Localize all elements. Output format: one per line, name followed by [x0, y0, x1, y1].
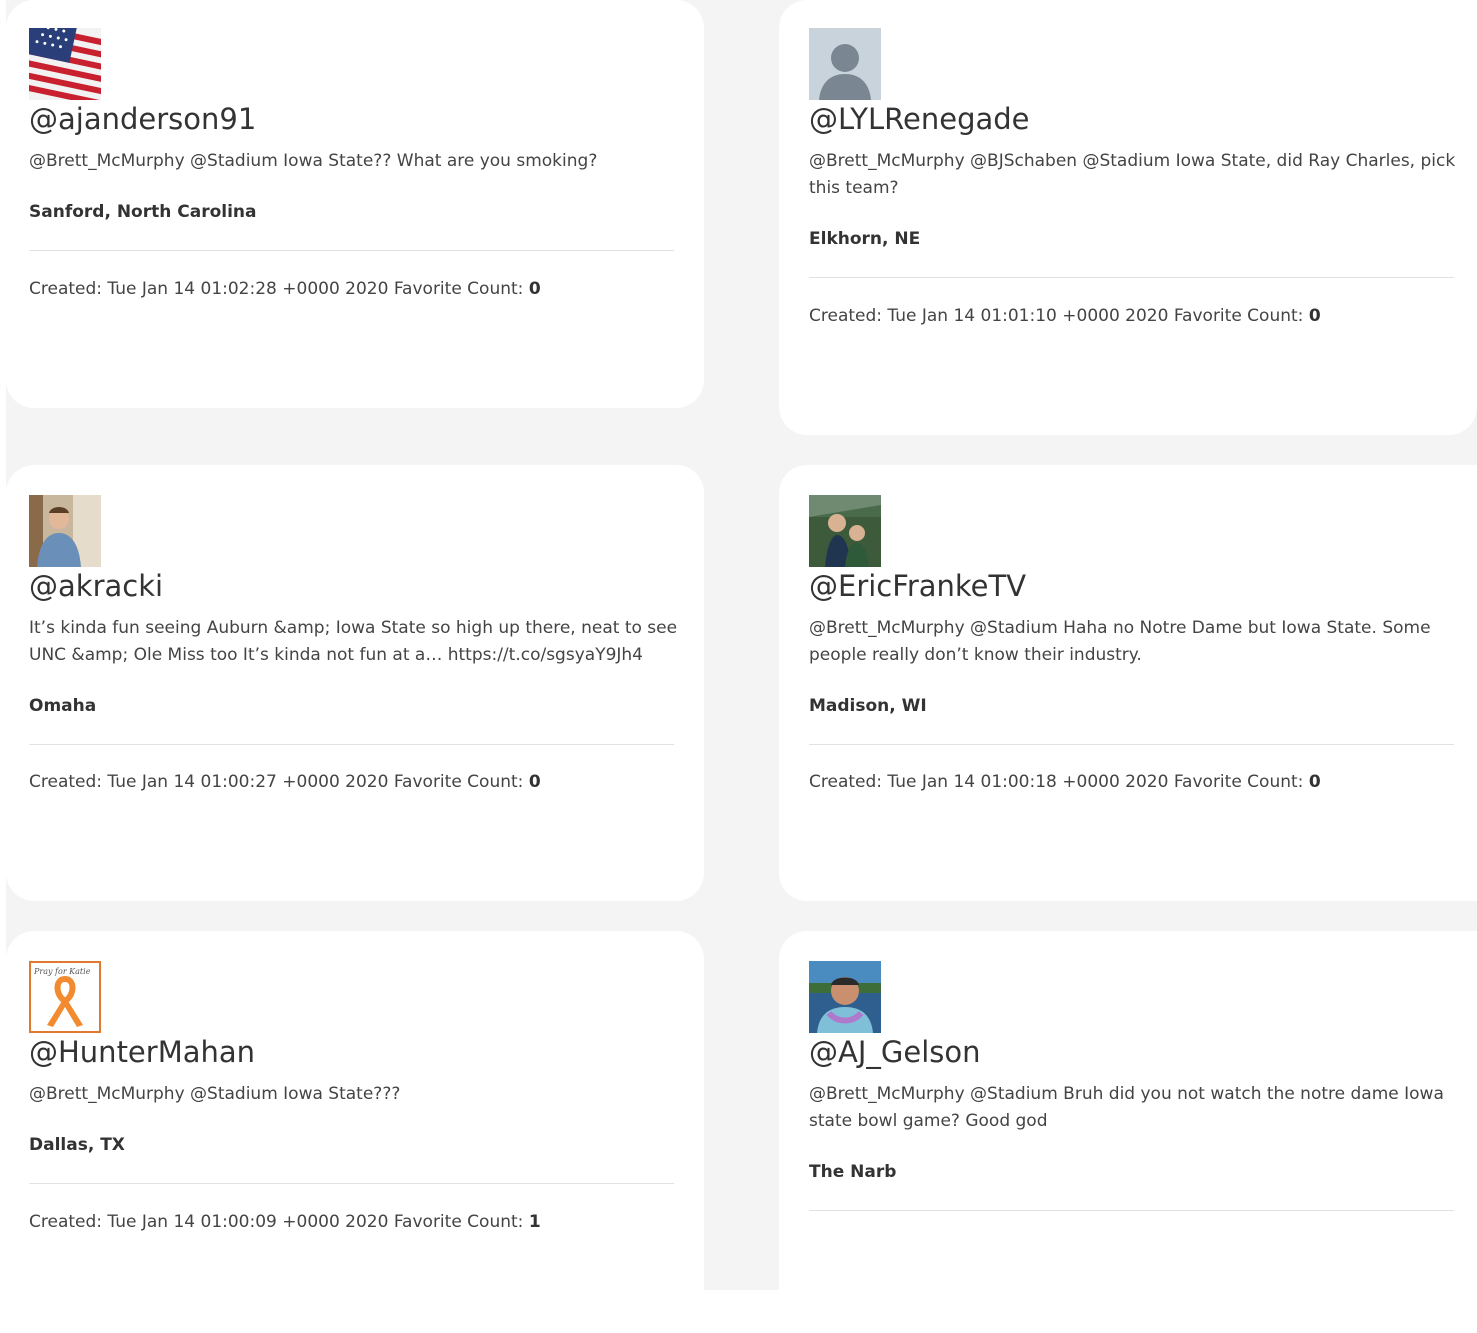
- american-flag-avatar: [29, 28, 101, 100]
- tweet-text: @Brett_McMurphy @Stadium Haha no Notre D…: [809, 618, 1431, 665]
- card-divider: [809, 1210, 1454, 1211]
- created-date: Tue Jan 14 01:00:09 +0000 2020: [107, 1212, 389, 1232]
- user-location: Dallas, TX: [29, 1135, 125, 1155]
- tweet-card: @LYLRenegade @Brett_McMurphy @BJSchaben …: [779, 0, 1477, 435]
- created-date: Tue Jan 14 01:00:27 +0000 2020: [107, 772, 389, 792]
- created-label: Created:: [809, 772, 883, 792]
- user-location: Elkhorn, NE: [809, 229, 921, 249]
- tweet-meta: Created: Tue Jan 14 01:00:18 +0000 2020 …: [809, 770, 1321, 794]
- user-location: Madison, WI: [809, 696, 927, 716]
- tweet-text: @Brett_McMurphy @Stadium Bruh did you no…: [809, 1084, 1444, 1131]
- favorite-label: Favorite Count:: [1173, 772, 1304, 792]
- user-handle[interactable]: @EricFrankeTV: [809, 568, 1026, 604]
- tweet-text: @Brett_McMurphy @BJSchaben @Stadium Iowa…: [809, 151, 1456, 198]
- stadium-photo-avatar: [809, 495, 881, 567]
- orange-ribbon-avatar: Pray for Katie: [29, 961, 101, 1033]
- card-divider: [29, 250, 674, 251]
- favorite-count: 0: [1308, 772, 1321, 792]
- created-date: Tue Jan 14 01:01:10 +0000 2020: [887, 306, 1169, 326]
- user-handle[interactable]: @ajanderson91: [29, 101, 256, 137]
- tweet-text: @Brett_McMurphy @Stadium Iowa State???: [29, 1084, 401, 1104]
- tweet-card: @AJ_Gelson @Brett_McMurphy @Stadium Bruh…: [779, 931, 1477, 1290]
- tweet-meta: Created: Tue Jan 14 01:02:28 +0000 2020 …: [29, 277, 541, 301]
- tweet-meta: Created: Tue Jan 14 01:01:10 +0000 2020 …: [809, 304, 1321, 328]
- card-divider: [29, 744, 674, 745]
- person-photo-avatar: [29, 495, 101, 567]
- card-divider: [29, 1183, 674, 1184]
- user-handle[interactable]: @LYLRenegade: [809, 101, 1030, 137]
- favorite-label: Favorite Count:: [393, 1212, 524, 1232]
- tweet-meta: Created: Tue Jan 14 01:00:09 +0000 2020 …: [29, 1210, 541, 1234]
- tweet-card: @ajanderson91 @Brett_McMurphy @Stadium I…: [6, 0, 704, 408]
- favorite-count: 0: [1308, 306, 1321, 326]
- favorite-count: 0: [528, 772, 541, 792]
- user-location: Sanford, North Carolina: [29, 202, 257, 222]
- created-label: Created:: [29, 1212, 103, 1232]
- avatar-caption: Pray for Katie: [33, 967, 91, 976]
- favorite-label: Favorite Count:: [393, 772, 524, 792]
- default-user-avatar: [809, 28, 881, 100]
- tweet-text: @Brett_McMurphy @Stadium Iowa State?? Wh…: [29, 151, 598, 171]
- user-handle[interactable]: @akracki: [29, 568, 163, 604]
- created-label: Created:: [29, 772, 103, 792]
- tweet-text: It’s kinda fun seeing Auburn &amp; Iowa …: [29, 618, 678, 665]
- favorite-count: 1: [528, 1212, 541, 1232]
- tweet-meta: Created: Tue Jan 14 01:00:27 +0000 2020 …: [29, 770, 541, 794]
- user-location: The Narb: [809, 1162, 897, 1182]
- tweet-card: @akracki It’s kinda fun seeing Auburn &a…: [6, 465, 704, 901]
- tweet-card: Pray for Katie @HunterMahan @Brett_McMur…: [6, 931, 704, 1290]
- created-label: Created:: [29, 279, 103, 299]
- favorite-count: 0: [528, 279, 541, 299]
- favorite-label: Favorite Count:: [1173, 306, 1304, 326]
- created-date: Tue Jan 14 01:02:28 +0000 2020: [107, 279, 389, 299]
- created-date: Tue Jan 14 01:00:18 +0000 2020: [887, 772, 1169, 792]
- tweet-card: @EricFrankeTV @Brett_McMurphy @Stadium H…: [779, 465, 1477, 901]
- user-handle[interactable]: @HunterMahan: [29, 1034, 255, 1070]
- user-location: Omaha: [29, 696, 97, 716]
- lei-photo-avatar: [809, 961, 881, 1033]
- card-divider: [809, 744, 1454, 745]
- user-handle[interactable]: @AJ_Gelson: [809, 1034, 981, 1070]
- created-label: Created:: [809, 306, 883, 326]
- favorite-label: Favorite Count:: [393, 279, 524, 299]
- card-divider: [809, 277, 1454, 278]
